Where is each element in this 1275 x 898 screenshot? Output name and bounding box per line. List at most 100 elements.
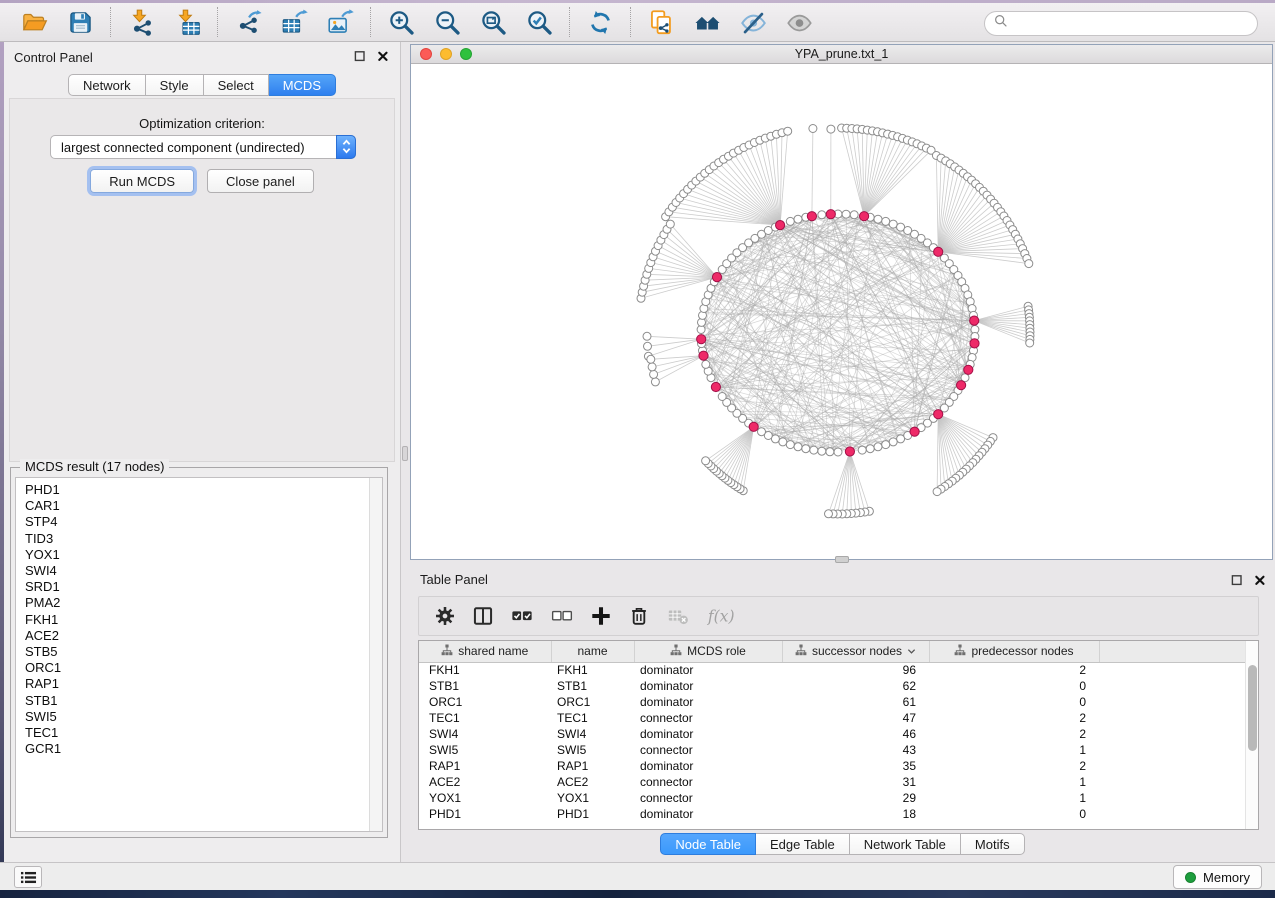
mcds-result-item[interactable]: TEC1 [25,725,369,741]
mcds-result-item[interactable]: FKH1 [25,612,369,628]
export-image-button[interactable] [323,7,357,37]
network-leaf-node[interactable] [809,125,817,133]
network-hub-node[interactable] [711,382,720,391]
mcds-result-item[interactable]: RAP1 [25,676,369,692]
mcds-result-item[interactable]: PMA2 [25,595,369,611]
mcds-result-item[interactable]: STB5 [25,644,369,660]
network-leaf-node[interactable] [825,510,833,518]
export-network-button[interactable] [231,7,265,37]
zoom-out-button[interactable] [430,7,464,37]
window-list-button[interactable] [14,866,42,888]
table-row[interactable]: RAP1RAP1dominator352 [419,758,1245,774]
network-node[interactable] [874,443,882,451]
network-node[interactable] [818,211,826,219]
mcds-result-item[interactable]: SRD1 [25,579,369,595]
table-row[interactable]: ACE2ACE2connector311 [419,774,1245,790]
mcds-result-item[interactable]: STB1 [25,693,369,709]
network-node[interactable] [882,217,890,225]
network-node[interactable] [702,360,710,368]
zoom-in-button[interactable] [384,7,418,37]
zoom-fit-button[interactable] [476,7,510,37]
table-row[interactable]: STB1STB1dominator620 [419,678,1245,694]
network-node[interactable] [786,441,794,449]
network-node[interactable] [718,393,726,401]
network-node[interactable] [794,443,802,451]
network-hub-node[interactable] [712,273,721,282]
show-all-button[interactable] [782,7,816,37]
mcds-result-item[interactable]: CAR1 [25,498,369,514]
panel-splitter[interactable] [401,42,410,862]
table-scrollbar-thumb[interactable] [1248,665,1257,751]
network-node[interactable] [826,448,834,456]
save-session-button[interactable] [63,7,97,37]
refresh-layout-button[interactable] [583,7,617,37]
zoom-selected-button[interactable] [522,7,556,37]
mcds-result-item[interactable]: TID3 [25,531,369,547]
tab-mcds[interactable]: MCDS [269,74,336,96]
network-hub-node[interactable] [807,212,816,221]
table-row[interactable]: SWI5SWI5connector431 [419,742,1245,758]
tab-select[interactable]: Select [204,74,269,96]
table-settings-button[interactable] [434,605,456,627]
column-header-name[interactable]: name [551,641,634,662]
mcds-result-item[interactable]: SWI5 [25,709,369,725]
column-header-predecessor-nodes[interactable]: predecessor nodes [929,641,1099,662]
close-window-icon[interactable] [420,48,432,60]
deselect-all-check-button[interactable] [550,605,574,627]
network-hub-node[interactable] [964,365,973,374]
network-node[interactable] [858,446,866,454]
mcds-result-item[interactable]: GCR1 [25,741,369,757]
network-window-titlebar[interactable]: YPA_prune.txt_1 [411,45,1272,64]
network-leaf-node[interactable] [666,220,674,228]
close-mcds-panel-button[interactable]: Close panel [207,169,314,193]
table-row[interactable]: SWI4SWI4dominator462 [419,726,1245,742]
network-hub-node[interactable] [845,447,854,456]
table-row[interactable]: YOX1YOX1connector291 [419,790,1245,806]
network-hub-node[interactable] [970,316,979,325]
network-leaf-node[interactable] [651,378,659,386]
tab-network-table[interactable]: Network Table [850,833,961,855]
network-node[interactable] [786,217,794,225]
network-leaf-node[interactable] [647,355,655,363]
network-leaf-node[interactable] [1026,339,1034,347]
table-row[interactable]: ORC1ORC1dominator610 [419,694,1245,710]
mcds-result-item[interactable]: YOX1 [25,547,369,563]
network-hub-node[interactable] [776,221,785,230]
network-hub-node[interactable] [860,212,869,221]
column-header-MCDS-role[interactable]: MCDS role [634,641,782,662]
tab-node-table[interactable]: Node Table [660,833,756,855]
network-canvas[interactable] [411,64,1272,559]
search-input[interactable] [1013,14,1248,34]
maximize-window-icon[interactable] [460,48,472,60]
table-row[interactable]: PHD1PHD1dominator180 [419,806,1245,822]
minimize-window-icon[interactable] [440,48,452,60]
network-leaf-node[interactable] [644,342,652,350]
mcds-result-item[interactable]: SWI4 [25,563,369,579]
network-leaf-node[interactable] [650,370,658,378]
memory-button[interactable]: Memory [1173,865,1262,889]
run-mcds-button[interactable]: Run MCDS [90,169,194,193]
frame-resize-grip[interactable] [835,556,849,563]
column-header-shared-name[interactable]: shared name [419,641,551,662]
float-table-panel-icon[interactable] [1230,573,1244,587]
network-node[interactable] [802,445,810,453]
import-table-button[interactable] [170,7,204,37]
network-node[interactable] [866,445,874,453]
network-leaf-node[interactable] [784,127,792,135]
delete-column-button[interactable] [628,605,650,627]
network-node[interactable] [834,448,842,456]
column-chooser-button[interactable] [472,605,494,627]
tab-edge-table[interactable]: Edge Table [756,833,850,855]
float-panel-icon[interactable] [353,49,367,63]
criterion-select[interactable]: largest connected component (undirected) [50,135,356,159]
network-node[interactable] [897,435,905,443]
import-network-button[interactable] [124,7,158,37]
network-leaf-node[interactable] [827,125,835,133]
network-hub-node[interactable] [970,339,979,348]
network-node[interactable] [889,438,897,446]
network-hub-node[interactable] [826,210,835,219]
duplicate-network-button[interactable] [644,7,678,37]
tab-style[interactable]: Style [146,74,204,96]
network-hub-node[interactable] [957,381,966,390]
network-node[interactable] [850,211,858,219]
